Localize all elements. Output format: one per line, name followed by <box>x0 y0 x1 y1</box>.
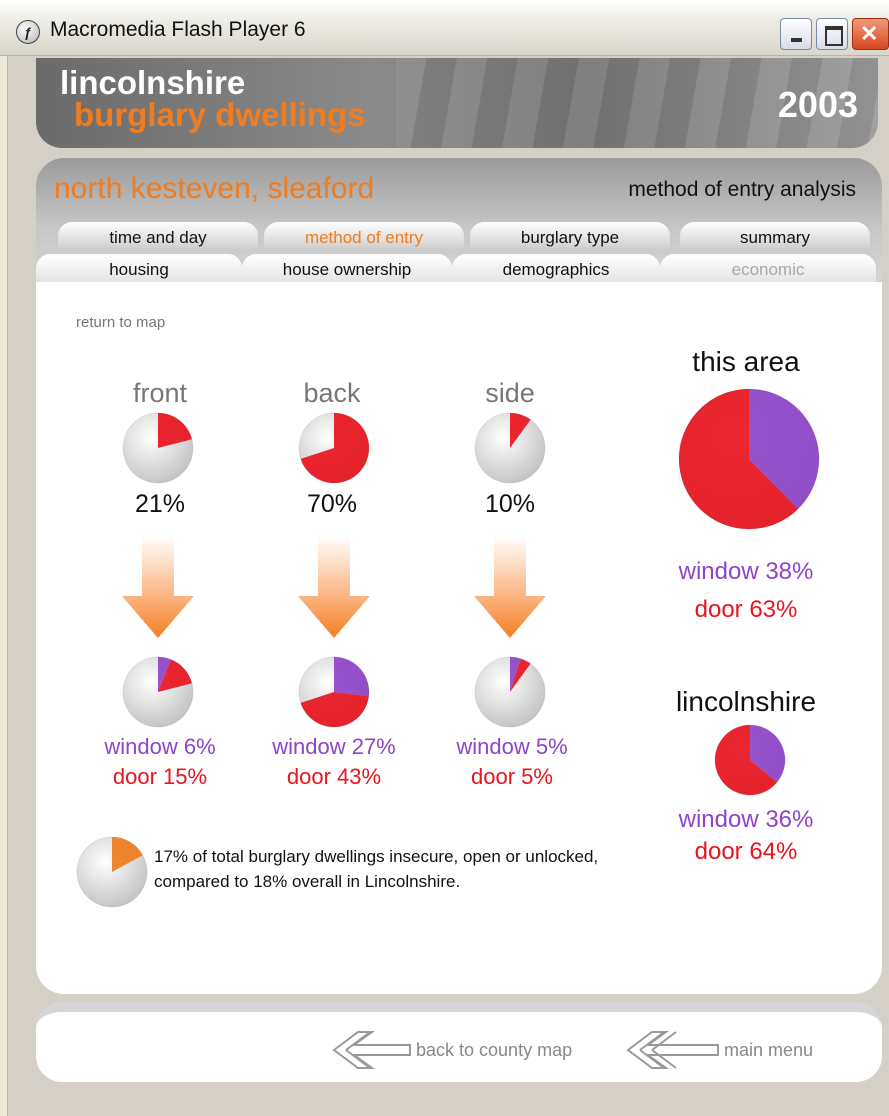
side-percent: 10% <box>484 490 536 518</box>
lincolnshire-title: lincolnshire <box>675 686 817 717</box>
tab-economic: economic <box>660 254 876 284</box>
side-door-value: door 5% <box>471 764 553 789</box>
side-arrow-icon <box>474 536 546 638</box>
analysis-title: method of entry analysis <box>628 178 856 201</box>
lincolnshire-pie <box>714 724 786 796</box>
lincolnshire-window-value: window 36% <box>678 806 814 833</box>
side-window-value: window 5% <box>456 734 568 759</box>
banner-year: 2003 <box>777 84 858 125</box>
close-button[interactable] <box>852 18 889 50</box>
back-arrow-icon[interactable] <box>328 1030 412 1070</box>
side-split-pie <box>474 656 546 728</box>
footer-nav: back to county map main menu <box>36 1002 882 1082</box>
front-arrow-icon <box>122 536 194 638</box>
tab-summary[interactable]: summary <box>680 222 870 252</box>
back-to-county-map-link[interactable]: back to county map <box>416 1040 572 1061</box>
back-door-value: door 43% <box>286 764 382 789</box>
side-total-pie <box>474 412 546 484</box>
window-title: Macromedia Flash Player 6 <box>50 18 306 41</box>
minimize-button[interactable] <box>780 18 812 50</box>
tab-demographics[interactable]: demographics <box>452 254 660 284</box>
insecure-note: 17% of total burglary dwellings insecure… <box>154 847 599 891</box>
pie-slice-window <box>334 657 369 697</box>
analysis-content: return to map front 21% window 6% door 1… <box>36 282 882 994</box>
window-titlebar[interactable]: ƒ Macromedia Flash Player 6 <box>0 0 889 56</box>
main-menu-link[interactable]: main menu <box>724 1040 813 1061</box>
tab-method-of-entry[interactable]: method of entry <box>264 222 464 252</box>
front-door-value: door 15% <box>112 764 208 789</box>
front-percent: 21% <box>134 490 186 518</box>
tab-housing[interactable]: housing <box>36 254 242 284</box>
this-area-door-value: door 63% <box>694 596 798 623</box>
this-area-pie <box>678 388 820 530</box>
window-frame <box>0 56 8 1116</box>
back-split-pie <box>298 656 370 728</box>
area-name: north kesteven, sleaford <box>54 172 375 205</box>
tab-burglary-type[interactable]: burglary type <box>470 222 670 252</box>
back-window-value: window 27% <box>272 734 396 759</box>
header-banner: lincolnshire burglary dwellings 2003 <box>36 58 878 148</box>
main-panel: north kesteven, sleaford method of entry… <box>36 158 882 994</box>
back-total-pie <box>298 412 370 484</box>
return-to-map-link[interactable]: return to map <box>76 314 165 331</box>
insecure-pie <box>76 836 148 908</box>
front-label: front <box>132 378 188 408</box>
tab-house-ownership[interactable]: house ownership <box>242 254 452 284</box>
banner-title: lincolnshire <box>60 64 246 101</box>
front-split-pie <box>122 656 194 728</box>
front-window-value: window 6% <box>104 734 216 759</box>
banner-subtitle: burglary dwellings <box>74 96 366 133</box>
front-total-pie <box>122 412 194 484</box>
this-area-title: this area <box>692 346 800 377</box>
side-label: side <box>485 378 535 408</box>
back-label: back <box>303 378 361 408</box>
tab-time-and-day[interactable]: time and day <box>58 222 258 252</box>
maximize-button[interactable] <box>816 18 848 50</box>
flash-player-icon: ƒ <box>16 20 40 44</box>
this-area-window-value: window 38% <box>678 558 814 585</box>
lincolnshire-door-value: door 64% <box>694 838 798 865</box>
back-percent: 70% <box>306 490 358 518</box>
back-arrow-icon <box>298 536 370 638</box>
main-menu-arrow-icon[interactable] <box>622 1030 720 1070</box>
